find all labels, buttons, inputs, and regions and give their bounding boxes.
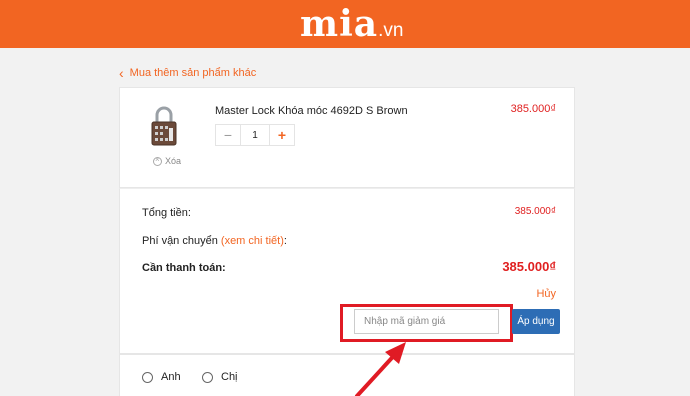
decrease-quantity-button[interactable]: − (215, 124, 241, 146)
amount-due-value: 385.000₫ (502, 259, 556, 274)
order-summary: Tổng tiền: 385.000₫ Phí vận chuyển (xem … (119, 188, 575, 354)
gender-selection: Anh Chị (119, 354, 575, 396)
remove-circle-icon (153, 155, 162, 166)
gender-option-label: Anh (161, 371, 181, 383)
shipping-colon: : (283, 235, 287, 247)
continue-shopping-link[interactable]: ‹ Mua thêm sản phẩm khác (119, 64, 257, 81)
shipping-label: Phí vận chuyển (142, 235, 218, 247)
gender-option-chi[interactable]: Chị (202, 371, 238, 383)
product-name[interactable]: Master Lock Khóa móc 4692D S Brown (215, 105, 408, 117)
shipping-detail-link[interactable]: (xem chi tiết) (221, 235, 284, 247)
padlock-product-image[interactable] (150, 106, 178, 146)
amount-due-label: Cần thanh toán: (142, 262, 226, 274)
site-header: mia.vn (0, 0, 690, 48)
shipping-row: Phí vận chuyển (xem chi tiết): (142, 235, 287, 247)
coupon-code-input[interactable] (354, 309, 499, 334)
apply-coupon-button[interactable]: Áp dụng (512, 309, 560, 334)
mia-logo[interactable]: mia.vn (300, 4, 403, 51)
total-label: Tổng tiền: (142, 207, 191, 219)
total-value: 385.000₫ (514, 206, 556, 217)
continue-shopping-label: Mua thêm sản phẩm khác (129, 67, 257, 79)
cart-item-card: Xóa Master Lock Khóa móc 4692D S Brown 3… (119, 87, 575, 188)
radio-circle-icon (142, 371, 153, 383)
increase-quantity-button[interactable]: + (269, 124, 295, 146)
quantity-stepper: − 1 + (215, 124, 295, 146)
radio-circle-icon (202, 371, 213, 383)
quantity-value[interactable]: 1 (241, 124, 269, 146)
chevron-left-icon: ‹ (119, 64, 124, 81)
product-price: 385.000₫ (510, 103, 556, 115)
cancel-link[interactable]: Hủy (536, 288, 556, 300)
remove-item-button[interactable]: Xóa (153, 155, 182, 166)
gender-option-label: Chị (221, 371, 238, 383)
gender-option-anh[interactable]: Anh (142, 371, 181, 383)
remove-label: Xóa (165, 156, 182, 166)
